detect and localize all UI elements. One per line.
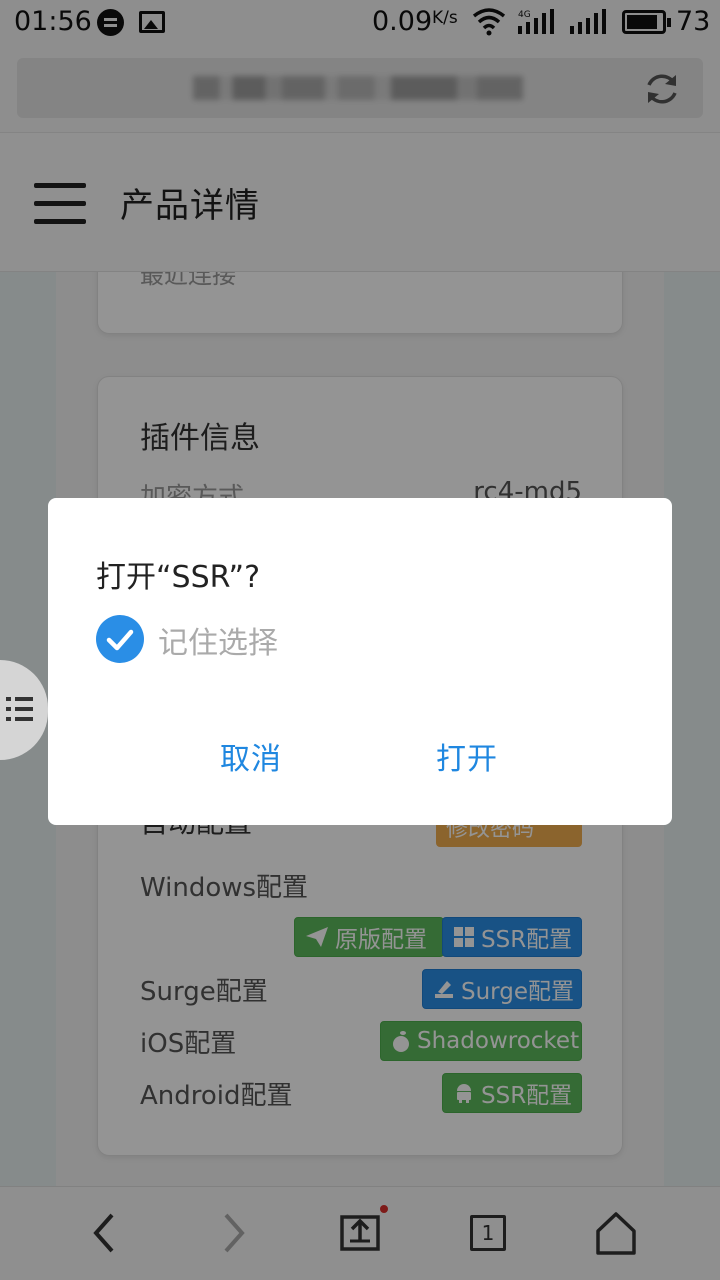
open-app-dialog: 打开“SSR”? 记住选择 取消 打开 — [48, 498, 672, 825]
remember-choice-label: 记住选择 — [158, 626, 278, 661]
list-icon — [6, 697, 33, 721]
dialog-title: 打开“SSR”? — [96, 560, 261, 595]
remember-choice-checkbox[interactable] — [96, 615, 144, 663]
open-button[interactable]: 打开 — [436, 734, 498, 778]
cancel-button[interactable]: 取消 — [220, 734, 282, 778]
checkmark-icon — [106, 629, 134, 651]
